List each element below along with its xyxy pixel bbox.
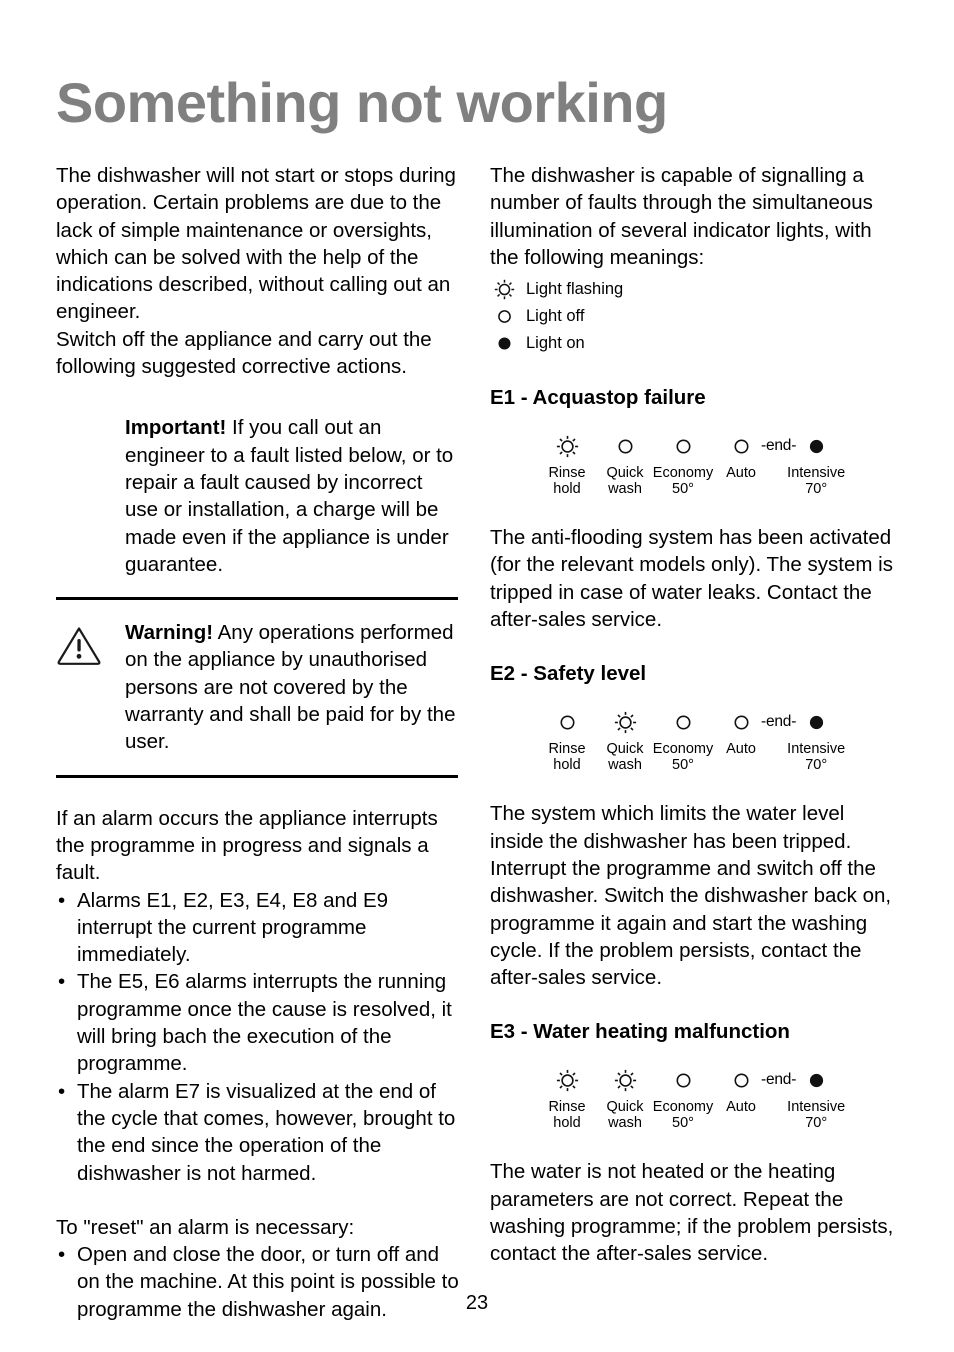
- list-item: The alarm E7 is visualized at the end of…: [56, 1078, 460, 1187]
- alarm-bullet-list: Alarms E1, E2, E3, E4, E8 and E9 interru…: [56, 887, 460, 1187]
- indicator-label: Intensive 70°: [787, 1099, 846, 1132]
- indicator-cell: Intensive 70°: [787, 433, 845, 497]
- page-title: Something not working: [56, 70, 668, 134]
- warning-label: Warning!: [125, 621, 214, 645]
- document-page: Something not working The dishwasher wil…: [0, 0, 954, 1352]
- light-off-icon: [730, 1067, 753, 1093]
- indicator-label: Auto: [726, 465, 756, 482]
- light-off-icon: [730, 709, 753, 735]
- indicator-cell: Rinse hold: [538, 1067, 596, 1131]
- indicator-label: Quick wash: [606, 465, 644, 498]
- light-off-icon: [556, 709, 579, 735]
- list-item: The E5, E6 alarms interrupts the running…: [56, 968, 460, 1077]
- right-intro-paragraph: The dishwasher is capable of signalling …: [490, 164, 873, 269]
- light-on-icon: [805, 709, 828, 735]
- light-off-icon: [490, 306, 518, 327]
- indicator-cell: Rinse hold: [538, 433, 596, 497]
- light-off-icon: [672, 433, 695, 459]
- indicator-label: Auto: [726, 741, 756, 758]
- indicator-cell: Intensive 70°: [787, 709, 845, 773]
- legend-row-off: Light off: [490, 303, 900, 330]
- indicator-label: Intensive 70°: [787, 741, 846, 774]
- warning-notice: Warning! Any operations performed on the…: [56, 619, 460, 755]
- indicator-cell: Quick wash: [596, 433, 654, 497]
- intro-paragraph: The dishwasher will not start or stops d…: [56, 164, 456, 324]
- indicator-label: Rinse hold: [548, 741, 586, 774]
- error-body-e1: The anti-flooding system has been activa…: [490, 526, 893, 632]
- light-flashing-icon: [556, 1067, 579, 1093]
- left-column: The dishwasher will not start or stops d…: [56, 162, 460, 1323]
- indicator-label: Economy 50°: [652, 465, 714, 498]
- error-heading-e3: E3 - Water heating malfunction: [490, 1020, 790, 1044]
- light-on-icon: [490, 333, 518, 354]
- indicator-cell: Economy 50°: [652, 1067, 714, 1132]
- legend-label-on: Light on: [526, 334, 585, 353]
- indicator-panel-e3: Rinse hold Quick wash Economy 50° Auto -end-…: [538, 1067, 900, 1131]
- indicator-cell: Economy 50°: [652, 433, 714, 498]
- indicator-label: Intensive 70°: [787, 465, 846, 498]
- error-body-e3: The water is not heated or the heating p…: [490, 1160, 894, 1266]
- indicator-cell: Quick wash: [596, 709, 654, 773]
- indicator-cell: Rinse hold: [538, 709, 596, 773]
- important-label: Important!: [125, 416, 227, 440]
- indicator-cell: Quick wash: [596, 1067, 654, 1131]
- indicator-label: Economy 50°: [652, 741, 714, 774]
- page-number-container: 23: [0, 1292, 954, 1315]
- light-flashing-icon: [490, 279, 518, 300]
- important-notice: Important! If you call out an engineer t…: [56, 414, 460, 578]
- alarm-intro: If an alarm occurs the appliance interru…: [56, 806, 438, 885]
- error-heading-e2: E2 - Safety level: [490, 662, 647, 686]
- error-heading-e1: E1 - Acquastop failure: [490, 386, 706, 410]
- light-flashing-icon: [614, 709, 637, 735]
- indicator-cell: Intensive 70°: [787, 1067, 845, 1131]
- list-item: Alarms E1, E2, E3, E4, E8 and E9 interru…: [56, 887, 460, 969]
- indicator-label: Economy 50°: [652, 1099, 714, 1132]
- indicator-label: Auto: [726, 1099, 756, 1116]
- important-text: If you call out an engineer to a fault l…: [125, 416, 454, 576]
- right-column: The dishwasher is capable of signalling …: [490, 162, 900, 1268]
- light-flashing-icon: [614, 1067, 637, 1093]
- error-body-e2: The system which limits the water level …: [490, 802, 892, 990]
- indicator-panel-e2: Rinse hold Quick wash Economy 50° Auto -end-…: [538, 709, 900, 773]
- indicator-label: Rinse hold: [548, 465, 586, 498]
- indicator-panel-e1: Rinse hold Quick wash Economy 50° Auto -end-…: [538, 433, 900, 497]
- legend-row-flashing: Light flashing: [490, 276, 900, 303]
- page-number: 23: [465, 1292, 489, 1314]
- light-off-icon: [672, 709, 695, 735]
- indicator-cell: Economy 50°: [652, 709, 714, 774]
- indicator-label: Quick wash: [606, 741, 644, 774]
- intro-paragraph-2: Switch off the appliance and carry out t…: [56, 327, 432, 379]
- warning-triangle-icon: [56, 619, 102, 673]
- legend-label-flashing: Light flashing: [526, 280, 624, 299]
- light-on-icon: [805, 1067, 828, 1093]
- light-off-icon: [614, 433, 637, 459]
- light-on-icon: [805, 433, 828, 459]
- light-legend: Light flashing Light off Light on: [490, 276, 900, 357]
- legend-label-off: Light off: [526, 307, 585, 326]
- light-flashing-icon: [556, 433, 579, 459]
- light-off-icon: [730, 433, 753, 459]
- indicator-label: Rinse hold: [548, 1099, 586, 1132]
- indicator-label: Quick wash: [606, 1099, 644, 1132]
- reset-intro: To "reset" an alarm is necessary:: [56, 1215, 355, 1239]
- light-off-icon: [672, 1067, 695, 1093]
- legend-row-on: Light on: [490, 330, 900, 357]
